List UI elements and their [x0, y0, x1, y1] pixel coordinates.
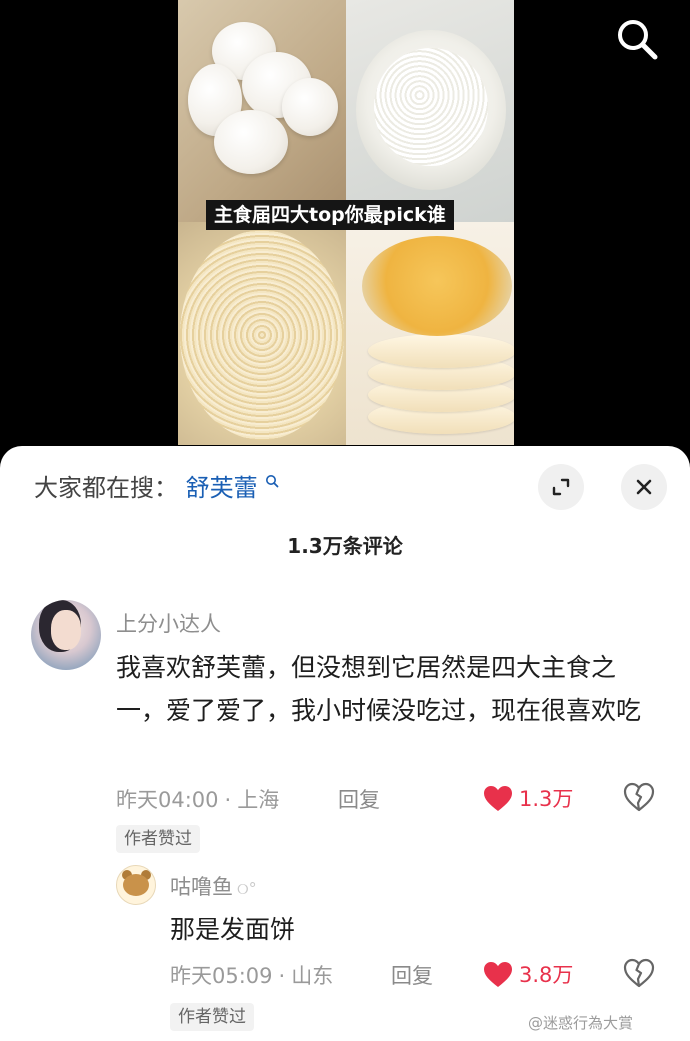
user-badge-icon: ୦°	[237, 879, 257, 898]
expand-icon	[552, 478, 570, 496]
broken-heart-icon	[623, 782, 655, 812]
video-player[interactable]: 主食届四大top你最pick谁	[0, 0, 690, 470]
like-button[interactable]: 3.8万	[483, 959, 573, 989]
souffle-cakes-image	[346, 222, 514, 445]
comment-time: 昨天04:00	[116, 788, 219, 812]
close-button[interactable]	[621, 464, 667, 510]
comment-text[interactable]: 我喜欢舒芙蕾，但没想到它居然是四大主食之一，爱了爱了，我小时候没吃过，现在很喜欢…	[116, 646, 646, 732]
expand-button[interactable]	[538, 464, 584, 510]
hot-search-bar: 大家都在搜： 舒芙蕾	[34, 472, 279, 504]
comment-location: 上海	[237, 788, 280, 812]
like-count: 3.8万	[519, 963, 574, 987]
broken-heart-icon	[623, 958, 655, 988]
comment-text[interactable]: 那是发面饼	[170, 908, 650, 951]
search-small-icon[interactable]	[265, 475, 279, 499]
author-liked-badge: 作者赞过	[116, 825, 200, 853]
comment-meta: 昨天05:09 · 山东	[170, 964, 334, 988]
dislike-button[interactable]	[623, 782, 655, 812]
comment-location: 山东	[291, 964, 334, 988]
noodles-image	[178, 222, 346, 445]
search-icon[interactable]	[612, 14, 662, 64]
reply-button[interactable]: 回复	[391, 960, 433, 990]
rice-bowl-image	[346, 0, 514, 222]
hot-search-label: 大家都在搜：	[34, 474, 178, 502]
comment-count: 1.3万条评论	[287, 534, 403, 558]
comment-username[interactable]: 上分小达人	[116, 608, 221, 638]
like-button[interactable]: 1.3万	[483, 783, 573, 813]
comment-meta: 昨天04:00 · 上海	[116, 788, 280, 812]
like-count: 1.3万	[519, 787, 574, 811]
hot-search-term[interactable]: 舒芙蕾	[186, 474, 258, 502]
heart-icon	[484, 961, 512, 987]
comment-username[interactable]: 咕噜鱼 ୦°	[170, 871, 257, 901]
dislike-button[interactable]	[623, 958, 655, 988]
avatar[interactable]	[116, 865, 156, 905]
comment-time: 昨天05:09	[170, 964, 273, 988]
reply-button[interactable]: 回复	[338, 784, 380, 814]
author-liked-badge: 作者赞过	[170, 1003, 254, 1031]
video-caption: 主食届四大top你最pick谁	[206, 200, 454, 230]
comment-sheet: 大家都在搜： 舒芙蕾 1.3万条评论 上分小达人 我喜欢舒芙蕾，但没想到它居然是…	[0, 446, 690, 1041]
weibo-watermark: @迷惑行為大賞	[528, 1014, 634, 1032]
close-icon	[636, 479, 652, 495]
comment-username-text: 咕噜鱼	[170, 875, 233, 899]
heart-icon	[484, 785, 512, 811]
steamed-buns-image	[178, 0, 346, 222]
avatar[interactable]	[31, 600, 101, 670]
